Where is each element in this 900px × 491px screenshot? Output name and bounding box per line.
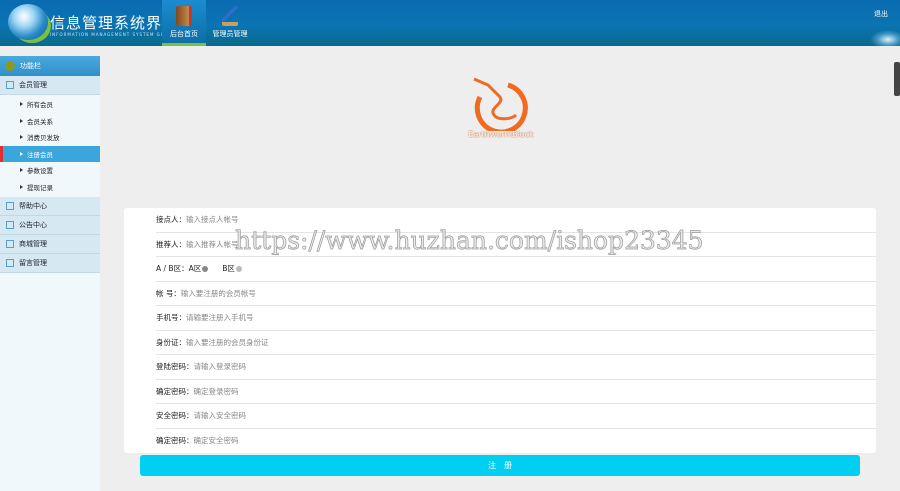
- edit-icon: [6, 202, 14, 210]
- contact-input[interactable]: 输入接点人帐号: [186, 214, 239, 225]
- sidebar-item-settings[interactable]: 参数设置: [0, 162, 100, 179]
- field-label: 安全密码：: [156, 411, 194, 421]
- sidebar-header: 功能栏: [0, 56, 100, 76]
- tools-icon: [222, 6, 238, 26]
- tab-admin-label: 管理员管理: [212, 30, 248, 38]
- zone-b-label: B区: [222, 264, 235, 274]
- exit-link[interactable]: 退出: [874, 9, 888, 19]
- sidebar-group-mall[interactable]: 商城管理: [0, 235, 100, 254]
- zone-a-label: A区: [188, 264, 202, 274]
- zone-field: A / B区： A区 B区: [156, 257, 876, 282]
- tab-home-label: 后台首页: [170, 30, 198, 38]
- account-field[interactable]: 帐 号： 输入要注册的会员帐号: [156, 282, 876, 306]
- app-title: 信息管理系统界面: [50, 14, 179, 32]
- group-label: 公告中心: [19, 221, 47, 229]
- sidebar-group-notice[interactable]: 公告中心: [0, 216, 100, 235]
- field-label: 推荐人：: [156, 239, 186, 249]
- field-label: 确定密码：: [156, 436, 194, 446]
- phone-field[interactable]: 手机号： 请输要注册入手机号: [156, 306, 876, 331]
- id-card-field[interactable]: 身份证： 输入要注册的会员身份证: [156, 331, 876, 355]
- top-header: 信息管理系统界面 INFORMATION MANAGEMENT SYSTEM G…: [0, 0, 900, 46]
- list-icon: [6, 81, 14, 89]
- id-card-input[interactable]: 输入要注册的会员身份证: [186, 337, 269, 348]
- book-icon: [176, 6, 192, 26]
- tab-home[interactable]: 后台首页: [162, 0, 206, 46]
- field-label: A / B区：: [156, 264, 189, 274]
- security-password-input[interactable]: 请输入安全密码: [194, 410, 247, 421]
- edit-icon: [6, 221, 14, 229]
- edit-icon: [6, 259, 14, 267]
- watermark: https://www.huzhan.com/ishop23345: [235, 226, 704, 256]
- sidebar: 功能栏 会员管理 所有会员 会员关系 消费贝发放 注册会员 参数设置 提现记录 …: [0, 56, 100, 491]
- field-label: 登陆密码：: [156, 362, 194, 372]
- security-password-field[interactable]: 安全密码： 请输入安全密码: [156, 404, 876, 429]
- sidebar-item-member-relations[interactable]: 会员关系: [0, 113, 100, 130]
- menu-toggle-icon[interactable]: [5, 61, 15, 71]
- login-password-input[interactable]: 请输入登录密码: [194, 361, 247, 372]
- group-label: 留言管理: [19, 259, 47, 267]
- group-label: 商城管理: [19, 240, 47, 248]
- account-input[interactable]: 输入要注册的会员帐号: [181, 288, 256, 299]
- field-label: 帐 号：: [156, 288, 181, 298]
- group-label: 帮助中心: [19, 202, 47, 210]
- zone-b-radio[interactable]: [235, 265, 242, 272]
- sidebar-group-members[interactable]: 会员管理: [0, 76, 100, 95]
- field-label: 手机号：: [156, 313, 186, 323]
- confirm-security-password-field[interactable]: 确定密码： 确定安全密码: [156, 429, 876, 454]
- globe-logo-icon: [8, 4, 48, 40]
- sidebar-group-help[interactable]: 帮助中心: [0, 197, 100, 216]
- sidebar-item-withdrawals[interactable]: 提现记录: [0, 179, 100, 196]
- confirm-security-password-input[interactable]: 确定安全密码: [194, 435, 239, 446]
- register-button[interactable]: 注 册: [140, 455, 860, 476]
- app-subtitle: INFORMATION MANAGEMENT SYSTEM GUI: [50, 32, 167, 37]
- sidebar-title: 功能栏: [20, 62, 41, 70]
- confirm-login-password-field[interactable]: 确定密码： 确定登录密码: [156, 380, 876, 404]
- referrer-input[interactable]: 输入推荐人帐号: [186, 239, 239, 250]
- calendar-icon: [6, 240, 14, 248]
- login-password-field[interactable]: 登陆密码： 请输入登录密码: [156, 355, 876, 380]
- field-label: 确定密码：: [156, 386, 194, 396]
- confirm-login-password-input[interactable]: 确定登录密码: [194, 386, 239, 397]
- decorative-glow: [870, 30, 900, 46]
- zone-a-radio[interactable]: [202, 265, 209, 272]
- side-widget[interactable]: [894, 62, 900, 96]
- phone-input[interactable]: 请输要注册入手机号: [186, 312, 254, 323]
- field-label: 接点人：: [156, 215, 186, 225]
- tab-admin[interactable]: 管理员管理: [208, 0, 252, 46]
- group-label: 会员管理: [19, 81, 47, 89]
- sidebar-group-messages[interactable]: 留言管理: [0, 254, 100, 273]
- sidebar-item-all-members[interactable]: 所有会员: [0, 96, 100, 113]
- sidebar-item-register-member[interactable]: 注册会员: [0, 145, 100, 162]
- sidebar-item-consumption[interactable]: 消费贝发放: [0, 129, 100, 146]
- field-label: 身份证：: [156, 337, 186, 347]
- brand-text: EarthwormBlock: [468, 130, 534, 139]
- earthworm-logo: [473, 77, 528, 131]
